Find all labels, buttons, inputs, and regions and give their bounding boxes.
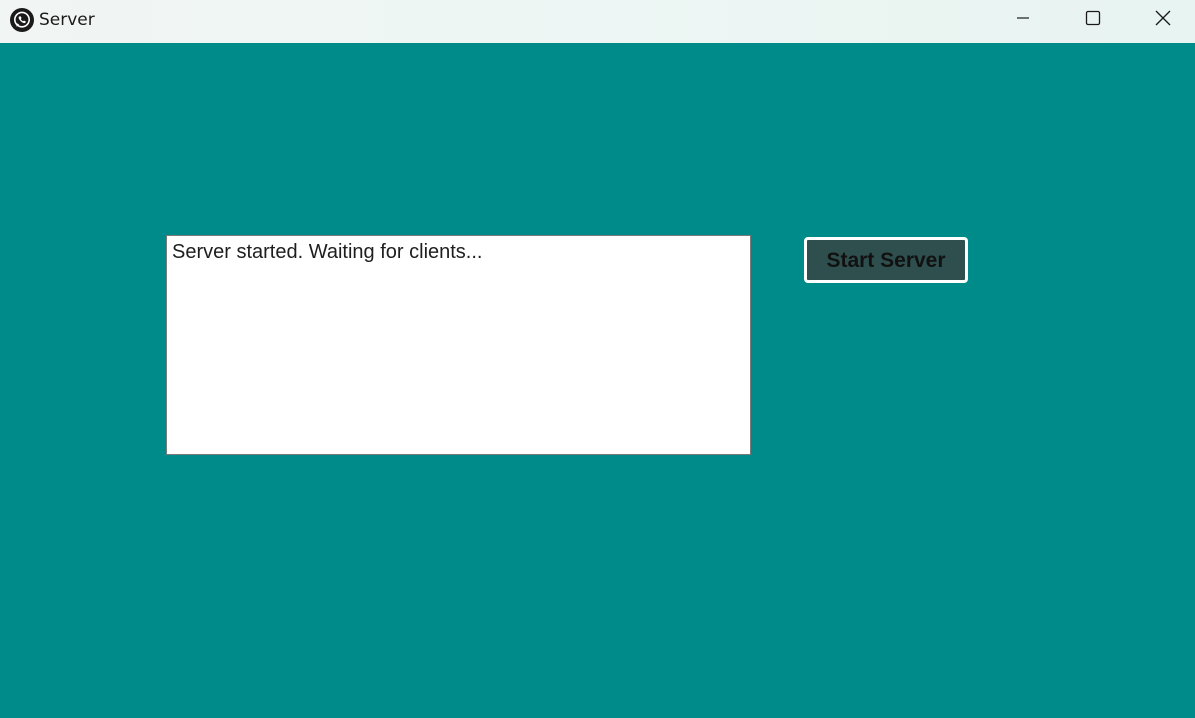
start-server-label: Start Server (826, 248, 946, 272)
close-icon (1154, 9, 1172, 32)
main-content: Server started. Waiting for clients... S… (0, 43, 1195, 718)
start-server-button[interactable]: Start Server (804, 237, 968, 283)
whatsapp-icon (10, 8, 34, 32)
maximize-icon (1085, 10, 1101, 31)
window-title: Server (39, 10, 95, 30)
server-log-textarea[interactable]: Server started. Waiting for clients... (166, 235, 751, 455)
title-bar[interactable]: Server (0, 0, 1195, 43)
maximize-button[interactable] (1070, 0, 1116, 40)
server-window: Server Server started. Waiting for clien… (0, 0, 1195, 718)
close-button[interactable] (1140, 0, 1186, 40)
minimize-button[interactable] (1000, 0, 1046, 40)
minimize-icon (1015, 10, 1031, 31)
